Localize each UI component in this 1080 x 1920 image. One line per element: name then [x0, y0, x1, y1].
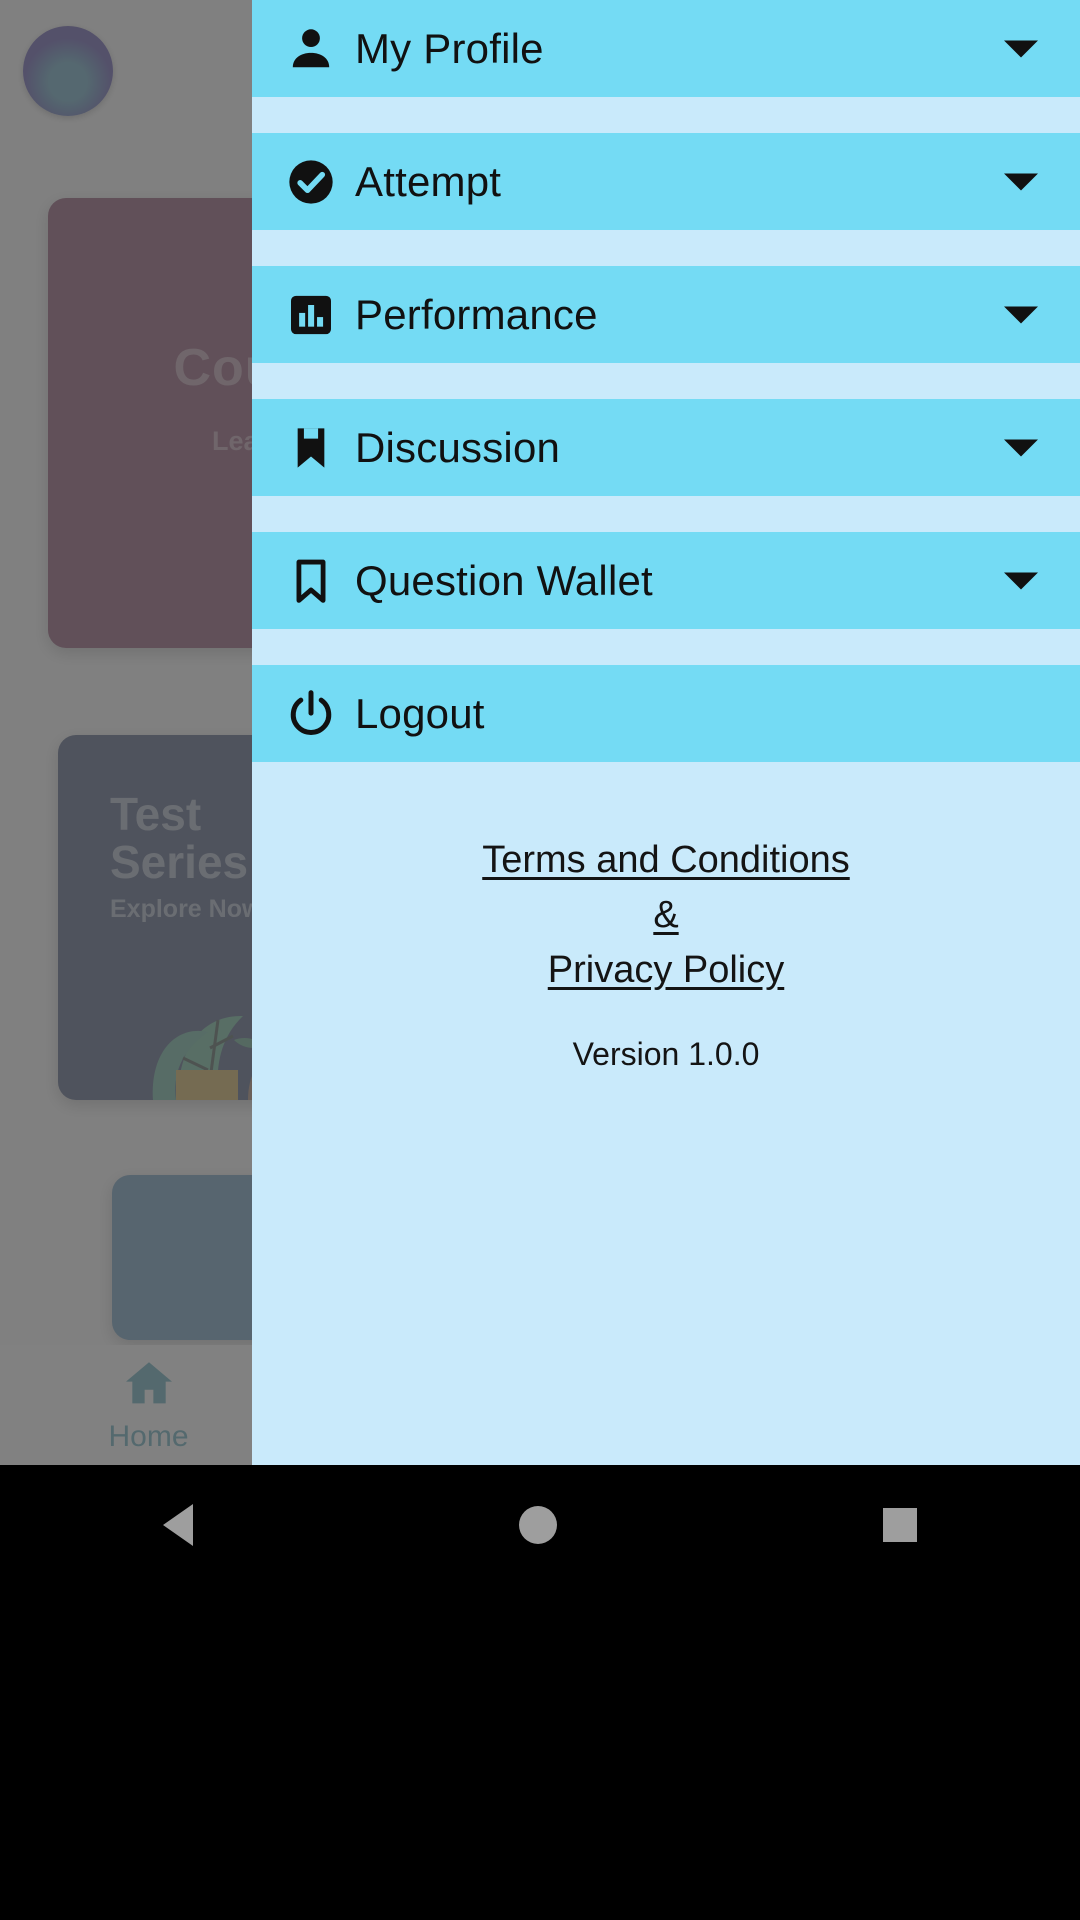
android-system-nav-bar: [0, 1465, 1080, 1920]
privacy-policy-link[interactable]: Privacy Policy: [548, 949, 785, 991]
chevron-down-icon[interactable]: [1004, 173, 1038, 190]
privacy-policy-link-row: Privacy Policy: [252, 943, 1080, 998]
drawer-item-performance[interactable]: Performance: [252, 266, 1080, 363]
chevron-down-icon[interactable]: [1004, 40, 1038, 57]
bookmark-outline-icon: [283, 553, 339, 609]
navigation-drawer: My Profile Attempt Performance Discussio…: [252, 0, 1080, 1465]
drawer-label-discussion: Discussion: [355, 423, 561, 471]
app-root: Courses Learn Now TestSeries Explore Now…: [0, 0, 1080, 1920]
drawer-label-logout: Logout: [355, 689, 485, 737]
bar-chart-icon: [283, 287, 339, 343]
home-circle-icon[interactable]: [519, 1506, 557, 1544]
drawer-item-attempt[interactable]: Attempt: [252, 133, 1080, 230]
terms-and-conditions-link-row: Terms and Conditions: [252, 833, 1080, 888]
bookmark-filled-icon: [283, 420, 339, 476]
person-icon: [283, 21, 339, 77]
check-circle-icon: [283, 154, 339, 210]
drawer-item-logout[interactable]: Logout: [252, 665, 1080, 762]
drawer-menu-list: My Profile Attempt Performance Discussio…: [252, 0, 1080, 762]
drawer-item-discussion[interactable]: Discussion: [252, 399, 1080, 496]
drawer-item-my-profile[interactable]: My Profile: [252, 0, 1080, 97]
drawer-label-my-profile: My Profile: [355, 24, 544, 72]
drawer-item-question-wallet[interactable]: Question Wallet: [252, 532, 1080, 629]
drawer-footer: Terms and Conditions & Privacy Policy Ve…: [252, 833, 1080, 1073]
drawer-label-performance: Performance: [355, 290, 598, 338]
ampersand-separator: &: [653, 894, 679, 936]
chevron-down-icon[interactable]: [1004, 572, 1038, 589]
ampersand-row: &: [252, 888, 1080, 943]
power-icon: [283, 686, 339, 742]
chevron-down-icon[interactable]: [1004, 439, 1038, 456]
app-version-label: Version 1.0.0: [572, 1036, 760, 1072]
chevron-down-icon[interactable]: [1004, 306, 1038, 323]
drawer-label-attempt: Attempt: [355, 157, 502, 205]
recents-square-icon[interactable]: [883, 1508, 917, 1542]
drawer-label-question-wallet: Question Wallet: [355, 556, 653, 604]
back-icon[interactable]: [163, 1504, 193, 1546]
terms-and-conditions-link[interactable]: Terms and Conditions: [482, 839, 850, 881]
